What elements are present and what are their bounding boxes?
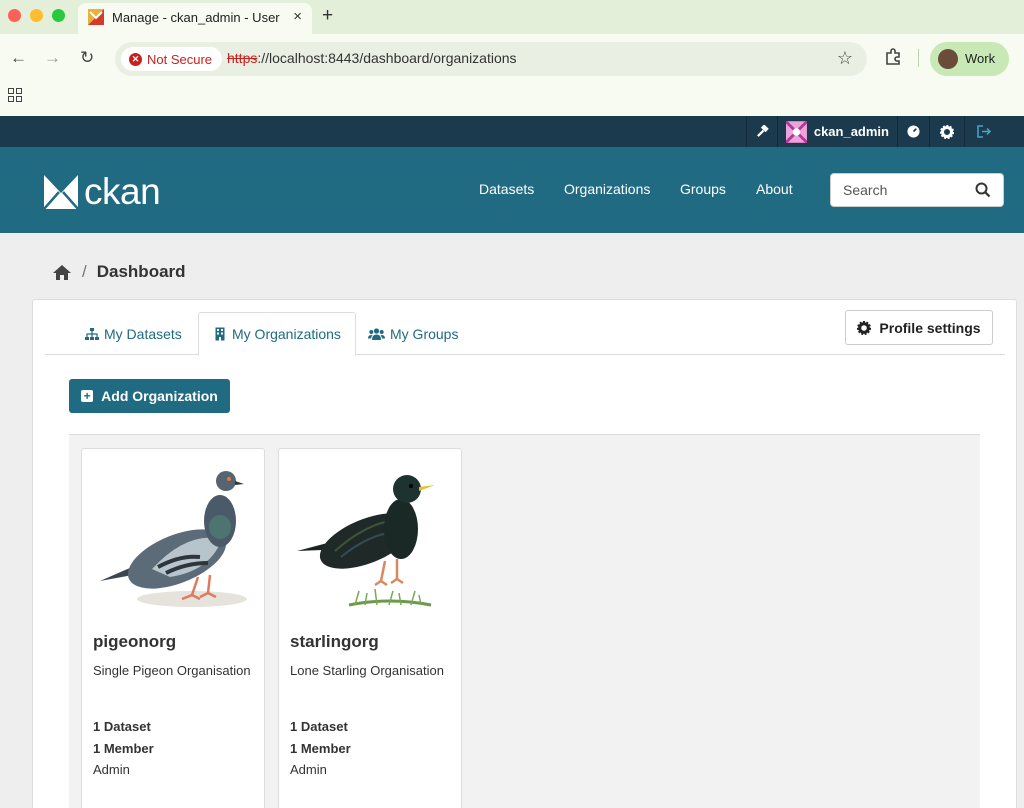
gear-icon (857, 320, 872, 335)
pigeon-image (100, 471, 247, 607)
url-text[interactable]: https://localhost:8443/dashboard/organiz… (227, 50, 517, 66)
profile-label: Work (965, 51, 996, 66)
url-path: ://localhost:8443/dashboard/organization… (257, 50, 517, 66)
add-organization-label: Add Organization (101, 388, 218, 404)
organization-role: Admin (290, 762, 327, 777)
extensions-puzzle-icon[interactable] (884, 48, 902, 66)
organization-dataset-count: 1 Dataset (93, 719, 151, 734)
account-user-link[interactable]: ckan_admin (777, 116, 897, 147)
tab-my-groups[interactable]: My Groups (354, 312, 472, 355)
window-minimize-button[interactable] (30, 9, 43, 22)
nav-datasets[interactable]: Datasets (479, 181, 534, 197)
security-chip[interactable]: ✕ Not Secure (121, 47, 223, 71)
sysadmin-hammer-icon[interactable] (746, 116, 777, 147)
organization-description: Single Pigeon Organisation (93, 663, 251, 678)
organization-member-count: 1 Member (290, 741, 351, 756)
organization-name[interactable]: starlingorg (290, 632, 379, 652)
address-bar[interactable]: ✕ Not Secure https://localhost:8443/dash… (115, 42, 867, 76)
organization-member-count: 1 Member (93, 741, 154, 756)
browser-tab[interactable]: Manage - ckan_admin - User × (78, 3, 312, 34)
back-arrow-icon[interactable]: ← (10, 48, 27, 68)
organization-list: pigeonorg Single Pigeon Organisation 1 D… (69, 434, 980, 808)
plus-square-icon: + (81, 390, 94, 402)
profile-settings-label: Profile settings (879, 319, 981, 336)
breadcrumb-current[interactable]: Dashboard (97, 262, 186, 282)
forward-arrow-icon[interactable]: → (44, 48, 61, 68)
not-secure-icon: ✕ (129, 52, 142, 66)
organization-card-starlingorg[interactable]: starlingorg Lone Starling Organisation 1… (278, 448, 462, 808)
toolbar-divider (918, 49, 919, 67)
security-label: Not Secure (147, 51, 213, 67)
site-search (830, 173, 1004, 207)
ckan-logo-mark-icon (44, 175, 78, 209)
organization-dataset-count: 1 Dataset (290, 719, 348, 734)
bookmark-star-icon[interactable]: ☆ (837, 48, 853, 69)
apps-grid-icon[interactable] (8, 88, 22, 102)
ckan-logo[interactable]: ckan (44, 171, 161, 213)
settings-gear-icon[interactable] (929, 116, 964, 147)
account-bar: ckan_admin (0, 116, 1024, 147)
users-icon (368, 327, 385, 340)
tab-my-datasets[interactable]: My Datasets (71, 312, 196, 355)
dashboard-tabs: My Datasets My Organizations My Groups P… (45, 300, 1005, 356)
starling-image (297, 475, 435, 607)
profile-avatar (938, 49, 958, 69)
ckan-logo-text: ckan (84, 171, 161, 212)
new-tab-button[interactable]: + (322, 5, 333, 27)
sitemap-icon (85, 327, 99, 340)
site-masthead: ckan Datasets Organizations Groups About (0, 147, 1024, 233)
account-username: ckan_admin (813, 124, 889, 139)
organization-name[interactable]: pigeonorg (93, 632, 176, 652)
nav-about[interactable]: About (756, 181, 793, 197)
organization-role: Admin (93, 762, 130, 777)
logout-icon[interactable] (964, 116, 1004, 147)
add-organization-button[interactable]: + Add Organization (69, 379, 230, 413)
building-icon (215, 327, 225, 341)
breadcrumb-separator: / (82, 262, 87, 281)
tab-my-datasets-label: My Datasets (104, 325, 182, 342)
nav-organizations[interactable]: Organizations (564, 181, 650, 197)
reload-icon[interactable]: ↻ (80, 48, 94, 68)
browser-tab-title: Manage - ckan_admin - User (112, 10, 280, 25)
dashboard-panel: My Datasets My Organizations My Groups P… (32, 299, 1017, 808)
browser-profile-button[interactable]: Work (930, 42, 1009, 76)
dashboard-icon[interactable] (897, 116, 929, 147)
browser-toolbar: ← → ↻ ✕ Not Secure https://localhost:844… (0, 34, 1024, 116)
search-icon[interactable] (975, 182, 991, 198)
browser-tab-strip: Manage - ckan_admin - User × + (0, 0, 1024, 34)
url-scheme: https (227, 50, 258, 66)
tab-my-organizations[interactable]: My Organizations (198, 312, 356, 356)
tab-my-groups-label: My Groups (390, 325, 459, 342)
tab-close-icon[interactable]: × (293, 8, 302, 25)
ckan-favicon-icon (88, 9, 104, 25)
organization-card-pigeonorg[interactable]: pigeonorg Single Pigeon Organisation 1 D… (81, 448, 265, 808)
user-avatar (786, 120, 807, 143)
home-icon[interactable] (52, 264, 72, 281)
profile-settings-button[interactable]: Profile settings (845, 310, 993, 345)
search-input[interactable] (831, 174, 971, 206)
tab-my-organizations-label: My Organizations (232, 326, 341, 342)
organization-description: Lone Starling Organisation (290, 663, 444, 678)
window-close-button[interactable] (8, 9, 21, 22)
breadcrumb: / Dashboard (52, 262, 186, 282)
window-zoom-button[interactable] (52, 9, 65, 22)
nav-groups[interactable]: Groups (680, 181, 726, 197)
